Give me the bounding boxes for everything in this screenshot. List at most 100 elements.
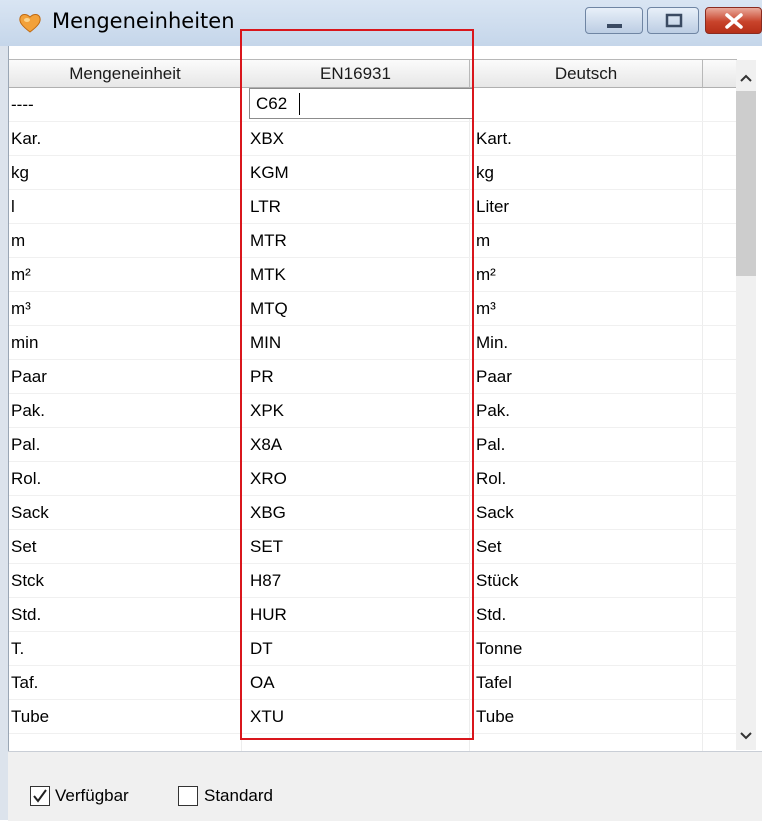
table-row[interactable]: Tube XTU Tube	[9, 700, 737, 734]
deutsch-cell[interactable]: Std.	[476, 598, 704, 631]
en16931-cell[interactable]: DT	[250, 632, 472, 665]
standard-checkbox[interactable]	[178, 786, 198, 806]
deutsch-cell[interactable]: Tonne	[476, 632, 704, 665]
deutsch-cell[interactable]: Pal.	[476, 428, 704, 461]
en16931-cell[interactable]: MTR	[250, 224, 472, 257]
deutsch-cell[interactable]: m	[476, 224, 704, 257]
unit-cell[interactable]: Kar.	[11, 122, 239, 155]
en16931-cell[interactable]: HUR	[250, 598, 472, 631]
deutsch-cell[interactable]	[476, 88, 704, 121]
table-row[interactable]: Std. HUR Std.	[9, 598, 737, 632]
en16931-cell[interactable]: XRO	[250, 462, 472, 495]
close-icon	[725, 13, 743, 29]
options-panel: Verfügbar Standard	[8, 751, 762, 821]
deutsch-cell[interactable]: Rol.	[476, 462, 704, 495]
maximize-button[interactable]	[647, 7, 699, 34]
deutsch-cell[interactable]: Liter	[476, 190, 704, 223]
table-row[interactable]: T. DT Tonne	[9, 632, 737, 666]
unit-cell[interactable]: Stck	[11, 564, 239, 597]
unit-cell[interactable]: T.	[11, 632, 239, 665]
en16931-cell[interactable]: MTK	[250, 258, 472, 291]
unit-cell[interactable]: min	[11, 326, 239, 359]
en16931-cell[interactable]: MIN	[250, 326, 472, 359]
en16931-cell[interactable]: PR	[250, 360, 472, 393]
en16931-cell[interactable]: MTQ	[250, 292, 472, 325]
table-row[interactable]: m MTR m	[9, 224, 737, 258]
en16931-cell[interactable]: XBX	[250, 122, 472, 155]
en16931-edit-field[interactable]: C62	[249, 88, 474, 119]
column-header-mengeneinheit[interactable]: Mengeneinheit	[9, 60, 242, 88]
unit-cell[interactable]: Pak.	[11, 394, 239, 427]
deutsch-cell[interactable]: Sack	[476, 496, 704, 529]
close-button[interactable]	[705, 7, 762, 34]
text-caret	[299, 93, 300, 115]
table-row[interactable]: Kar. XBX Kart.	[9, 122, 737, 156]
mengeneinheiten-window: Mengeneinheiten Mengeneinheit EN16931 De…	[0, 0, 762, 821]
table-row[interactable]: Rol. XRO Rol.	[9, 462, 737, 496]
unit-cell[interactable]: Pal.	[11, 428, 239, 461]
unit-cell[interactable]: Paar	[11, 360, 239, 393]
deutsch-cell[interactable]: m³	[476, 292, 704, 325]
table-row[interactable]: Pak. XPK Pak.	[9, 394, 737, 428]
en16931-cell[interactable]: X8A	[250, 428, 472, 461]
table-row[interactable]: m³ MTQ m³	[9, 292, 737, 326]
deutsch-cell[interactable]: Set	[476, 530, 704, 563]
scrollbar-thumb[interactable]	[736, 91, 756, 276]
table-row[interactable]: l LTR Liter	[9, 190, 737, 224]
table-row[interactable]: Taf. OA Tafel	[9, 666, 737, 700]
en16931-cell[interactable]: XBG	[250, 496, 472, 529]
column-header-en16931[interactable]: EN16931	[242, 60, 470, 88]
table-row[interactable]: Sack XBG Sack	[9, 496, 737, 530]
unit-cell[interactable]: Std.	[11, 598, 239, 631]
unit-cell[interactable]: l	[11, 190, 239, 223]
deutsch-cell[interactable]: m²	[476, 258, 704, 291]
unit-cell[interactable]: Tube	[11, 700, 239, 733]
window-title: Mengeneinheiten	[52, 9, 235, 33]
deutsch-cell[interactable]: kg	[476, 156, 704, 189]
en16931-cell[interactable]: LTR	[250, 190, 472, 223]
table-row[interactable]: m² MTK m²	[9, 258, 737, 292]
unit-cell[interactable]: kg	[11, 156, 239, 189]
deutsch-cell[interactable]: Stück	[476, 564, 704, 597]
unit-cell[interactable]: m³	[11, 292, 239, 325]
verfuegbar-checkbox[interactable]	[30, 786, 50, 806]
deutsch-cell[interactable]: Min.	[476, 326, 704, 359]
column-header-deutsch[interactable]: Deutsch	[470, 60, 703, 88]
minimize-button[interactable]	[585, 7, 643, 34]
table-row[interactable]: Set SET Set	[9, 530, 737, 564]
minimize-icon	[607, 24, 622, 28]
en16931-cell[interactable]: KGM	[250, 156, 472, 189]
table-row[interactable]: Pal. X8A Pal.	[9, 428, 737, 462]
en16931-cell[interactable]: SET	[250, 530, 472, 563]
edit-field-value: C62	[256, 94, 288, 113]
deutsch-cell[interactable]: Tafel	[476, 666, 704, 699]
unit-cell[interactable]: Set	[11, 530, 239, 563]
en16931-cell[interactable]: XPK	[250, 394, 472, 427]
unit-cell[interactable]: m²	[11, 258, 239, 291]
scroll-up-arrow-icon[interactable]	[736, 66, 756, 90]
unit-cell[interactable]: ----	[11, 88, 239, 121]
unit-cell[interactable]: Sack	[11, 496, 239, 529]
units-grid[interactable]: Mengeneinheit EN16931 Deutsch ---- Kar. XB…	[8, 46, 762, 751]
checkmark-icon	[33, 789, 47, 803]
title-bar[interactable]: Mengeneinheiten	[0, 0, 762, 46]
deutsch-cell[interactable]: Pak.	[476, 394, 704, 427]
table-row[interactable]: kg KGM kg	[9, 156, 737, 190]
table-row[interactable]: Paar PR Paar	[9, 360, 737, 394]
table-row[interactable]: min MIN Min.	[9, 326, 737, 360]
en16931-cell[interactable]: H87	[250, 564, 472, 597]
deutsch-cell[interactable]: Tube	[476, 700, 704, 733]
unit-cell[interactable]: m	[11, 224, 239, 257]
en16931-cell[interactable]: XTU	[250, 700, 472, 733]
verfuegbar-label: Verfügbar	[55, 786, 129, 805]
en16931-cell[interactable]: OA	[250, 666, 472, 699]
deutsch-cell[interactable]: Kart.	[476, 122, 704, 155]
standard-label: Standard	[204, 786, 273, 805]
unit-cell[interactable]: Rol.	[11, 462, 239, 495]
maximize-icon	[665, 13, 683, 28]
scroll-down-arrow-icon[interactable]	[736, 724, 756, 748]
unit-cell[interactable]: Taf.	[11, 666, 239, 699]
deutsch-cell[interactable]: Paar	[476, 360, 704, 393]
heart-icon	[19, 14, 41, 33]
table-row[interactable]: Stck H87 Stück	[9, 564, 737, 598]
